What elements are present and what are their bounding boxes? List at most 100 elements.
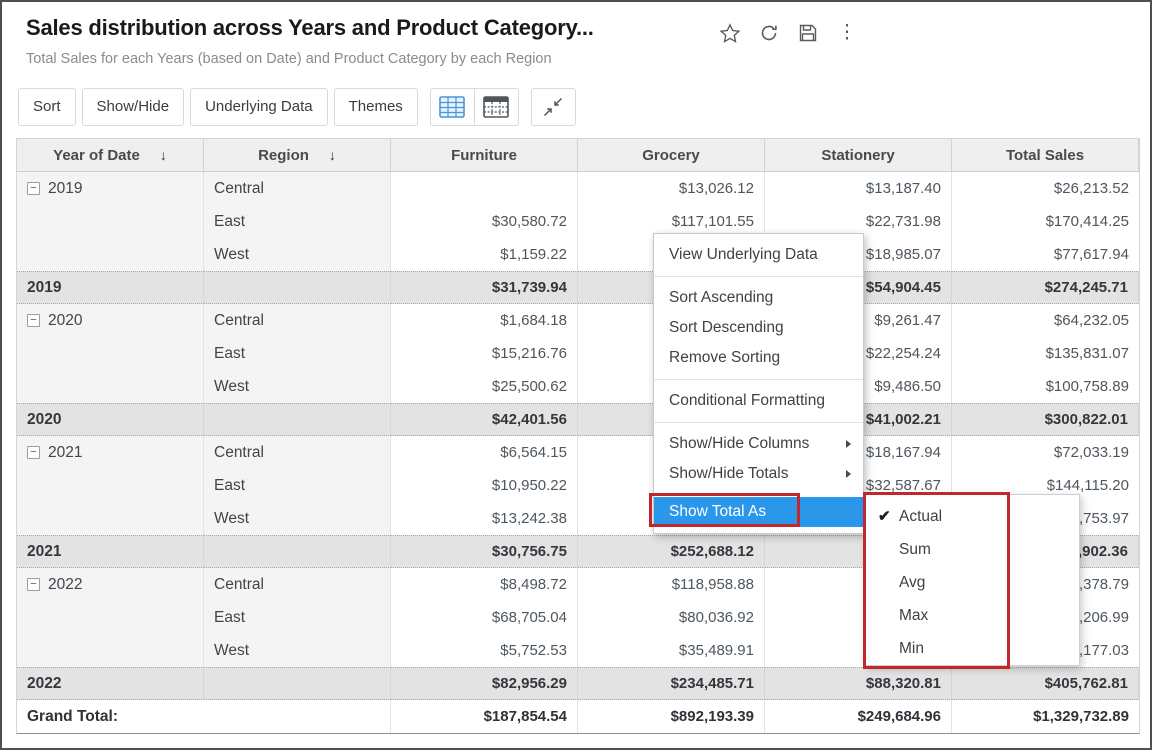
value-cell[interactable]: $1,159.22	[391, 238, 578, 271]
value-cell[interactable]: $72,033.19	[952, 436, 1139, 469]
value-cell[interactable]: $35,489.91	[578, 634, 765, 667]
menu-item-show-hide-columns[interactable]: Show/Hide Columns	[654, 429, 863, 459]
value-cell[interactable]: $6,564.15	[391, 436, 578, 469]
column-header-label: Furniture	[451, 147, 517, 164]
submenu-arrow-icon	[846, 470, 851, 478]
column-header-label: Stationery	[821, 147, 894, 164]
value-cell[interactable]: $30,756.75	[391, 535, 578, 568]
value-cell[interactable]: $31,739.94	[391, 271, 578, 304]
year-label: 2019	[27, 279, 61, 297]
value-cell[interactable]: $10,950.22	[391, 469, 578, 502]
year-cell: −2021	[17, 436, 204, 469]
year-cell: −2022	[17, 568, 204, 601]
grand-total-label: Grand Total:	[17, 700, 391, 733]
grand-total-value-cell[interactable]: $187,854.54	[391, 700, 578, 733]
more-options-icon[interactable]: ⋮	[835, 21, 859, 45]
value-cell[interactable]: $68,705.04	[391, 601, 578, 634]
collapse-year-icon[interactable]: −	[27, 446, 40, 459]
collapse-year-icon[interactable]: −	[27, 314, 40, 327]
region-cell: Central	[204, 304, 391, 337]
value-cell[interactable]: $82,956.29	[391, 667, 578, 700]
subtotal-row: 2020$42,401.56$217,418.24$41,002.21$300,…	[17, 403, 1139, 436]
year-label: 2019	[48, 180, 82, 198]
value-cell[interactable]: $135,831.07	[952, 337, 1139, 370]
grand-total-value-cell[interactable]: $1,329,732.89	[952, 700, 1139, 733]
collapse-year-icon[interactable]: −	[27, 182, 40, 195]
value-cell[interactable]: $170,414.25	[952, 205, 1139, 238]
value-cell[interactable]: $88,320.81	[765, 667, 952, 700]
year-cell: 2022	[17, 667, 204, 700]
sort-descending-icon[interactable]: ↓	[160, 147, 167, 163]
favorite-icon[interactable]	[718, 21, 742, 45]
annotation-box-submenu	[863, 492, 1010, 669]
value-cell[interactable]	[391, 172, 578, 205]
value-cell[interactable]: $30,580.72	[391, 205, 578, 238]
value-cell[interactable]: $15,216.76	[391, 337, 578, 370]
annotation-box-show-total-as	[649, 493, 800, 527]
region-cell: East	[204, 601, 391, 634]
column-header-stationery[interactable]: Stationery	[765, 139, 952, 172]
value-cell[interactable]: $25,500.62	[391, 370, 578, 403]
value-cell[interactable]: $64,232.05	[952, 304, 1139, 337]
value-cell[interactable]: $1,684.18	[391, 304, 578, 337]
year-cell	[17, 337, 204, 370]
underlying-data-button[interactable]: Underlying Data	[190, 88, 328, 126]
column-header-grocery[interactable]: Grocery	[578, 139, 765, 172]
menu-item-view-underlying-data[interactable]: View Underlying Data	[654, 240, 863, 270]
menu-item-show-hide-totals[interactable]: Show/Hide Totals	[654, 459, 863, 489]
table-view-icon[interactable]	[430, 88, 475, 126]
compact-view-icon[interactable]	[474, 88, 519, 126]
value-cell[interactable]: $274,245.71	[952, 271, 1139, 304]
value-cell[interactable]: $80,036.92	[578, 601, 765, 634]
year-cell	[17, 370, 204, 403]
subtotal-row: 2019$31,739.94$187,601.32$54,904.45$274,…	[17, 271, 1139, 304]
save-icon[interactable]	[796, 21, 820, 45]
value-cell[interactable]: $118,958.88	[578, 568, 765, 601]
column-header-total-sales[interactable]: Total Sales	[952, 139, 1139, 172]
region-cell: East	[204, 337, 391, 370]
value-cell[interactable]: $100,758.89	[952, 370, 1139, 403]
column-header-label: Region	[258, 147, 309, 164]
themes-button[interactable]: Themes	[334, 88, 418, 126]
value-cell[interactable]: $234,485.71	[578, 667, 765, 700]
page-title: Sales distribution across Years and Prod…	[26, 15, 594, 41]
value-cell[interactable]: $5,752.53	[391, 634, 578, 667]
region-cell: West	[204, 634, 391, 667]
year-cell: 2021	[17, 535, 204, 568]
column-header-furniture[interactable]: Furniture	[391, 139, 578, 172]
column-header-region[interactable]: Region ↓	[204, 139, 391, 172]
grand-total-row: Grand Total:$187,854.54$892,193.39$249,6…	[17, 700, 1139, 733]
value-cell[interactable]: $42,401.56	[391, 403, 578, 436]
column-header-year-of-date[interactable]: Year of Date↓	[17, 139, 204, 172]
menu-separator	[654, 379, 863, 380]
value-cell[interactable]: $13,242.38	[391, 502, 578, 535]
column-header-label: Total Sales	[1006, 147, 1084, 164]
table-header-row: Year of Date↓ Region ↓ Furniture Grocery Stat…	[17, 139, 1139, 172]
sort-descending-icon[interactable]: ↓	[329, 147, 336, 163]
value-cell[interactable]: $13,187.40	[765, 172, 952, 205]
value-cell[interactable]: $252,688.12	[578, 535, 765, 568]
menu-item-conditional-formatting[interactable]: Conditional Formatting	[654, 386, 863, 416]
show-hide-button[interactable]: Show/Hide	[82, 88, 185, 126]
value-cell[interactable]: $300,822.01	[952, 403, 1139, 436]
value-cell[interactable]: $26,213.52	[952, 172, 1139, 205]
menu-item-sort-ascending[interactable]: Sort Ascending	[654, 283, 863, 313]
app-window: Sales distribution across Years and Prod…	[0, 0, 1152, 750]
year-cell: −2019	[17, 172, 204, 205]
year-label: 2022	[27, 675, 61, 693]
refresh-icon[interactable]	[757, 21, 781, 45]
collapse-columns-icon[interactable]	[531, 88, 576, 126]
menu-item-remove-sorting[interactable]: Remove Sorting	[654, 343, 863, 373]
value-cell[interactable]: $77,617.94	[952, 238, 1139, 271]
value-cell[interactable]: $8,498.72	[391, 568, 578, 601]
sort-button[interactable]: Sort	[18, 88, 76, 126]
grand-total-value-cell[interactable]: $892,193.39	[578, 700, 765, 733]
menu-separator	[654, 276, 863, 277]
column-header-label: Grocery	[642, 147, 700, 164]
grand-total-value-cell[interactable]: $249,684.96	[765, 700, 952, 733]
menu-item-sort-descending[interactable]: Sort Descending	[654, 313, 863, 343]
value-cell[interactable]: $405,762.81	[952, 667, 1139, 700]
collapse-year-icon[interactable]: −	[27, 578, 40, 591]
value-cell[interactable]: $13,026.12	[578, 172, 765, 205]
region-cell: East	[204, 469, 391, 502]
